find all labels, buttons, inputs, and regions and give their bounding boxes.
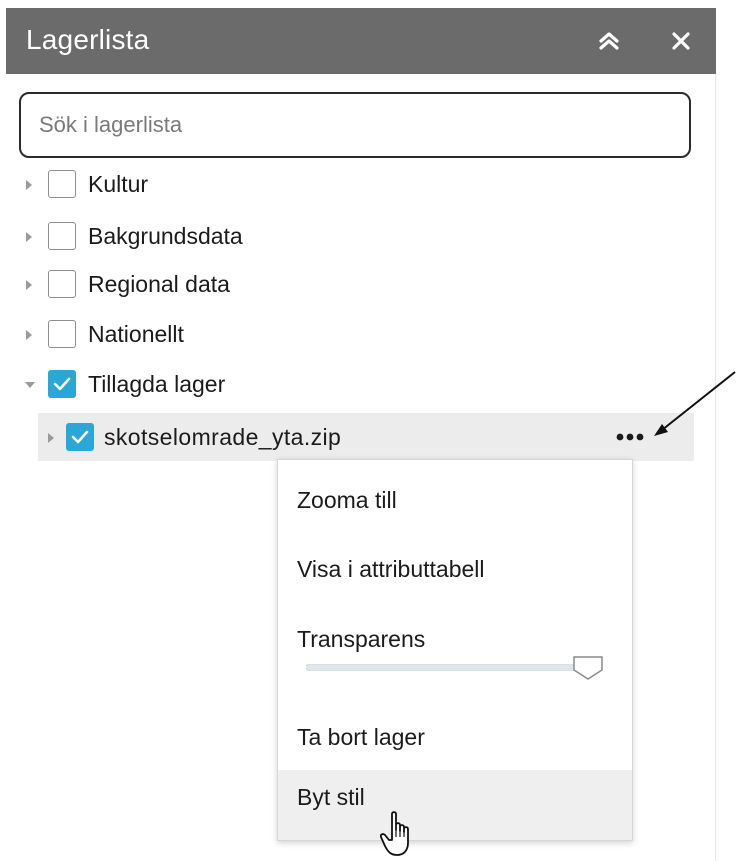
layer-checkbox[interactable] xyxy=(48,222,76,250)
layer-checkbox[interactable] xyxy=(48,320,76,348)
menu-item-zoom-to[interactable]: Zooma till xyxy=(278,478,632,522)
expand-arrow-icon[interactable] xyxy=(24,328,34,340)
layer-row-nationellt[interactable]: Nationellt xyxy=(0,312,716,356)
panel-header: Lagerlista xyxy=(6,8,716,74)
transparency-slider[interactable] xyxy=(306,656,611,680)
layer-label: Kultur xyxy=(88,171,149,197)
expand-arrow-icon[interactable] xyxy=(24,178,34,190)
layer-row-kultur[interactable]: Kultur xyxy=(0,162,716,206)
layer-row-bakgrundsdata[interactable]: Bakgrundsdata xyxy=(0,214,716,258)
layer-label: Nationellt xyxy=(88,321,184,347)
layer-label: Tillagda lager xyxy=(88,371,226,397)
expand-arrow-icon[interactable] xyxy=(46,431,56,443)
double-chevron-up-icon[interactable] xyxy=(596,28,622,54)
menu-item-attribute-table[interactable]: Visa i attributtabell xyxy=(278,547,632,591)
layer-checkbox-checked[interactable] xyxy=(48,370,76,398)
layer-checkbox-checked[interactable] xyxy=(66,423,94,451)
layer-label: skotselomrade_yta.zip xyxy=(104,424,342,450)
menu-item-change-style[interactable]: Byt stil xyxy=(278,770,632,840)
panel-title: Lagerlista xyxy=(26,24,150,55)
slider-thumb xyxy=(573,656,603,680)
layer-checkbox[interactable] xyxy=(48,270,76,298)
collapse-arrow-icon[interactable] xyxy=(24,378,35,390)
search-input[interactable] xyxy=(19,92,691,158)
menu-item-remove-layer[interactable]: Ta bort lager xyxy=(278,715,632,759)
layer-row-tillagda-lager[interactable]: Tillagda lager xyxy=(0,362,716,406)
annotation-arrow xyxy=(654,371,736,436)
transparency-label: Transparens xyxy=(297,626,426,652)
layer-row-regional-data[interactable]: Regional data xyxy=(0,262,716,306)
layer-label: Regional data xyxy=(88,271,230,297)
expand-arrow-icon[interactable] xyxy=(24,278,34,290)
layer-label: Bakgrundsdata xyxy=(88,223,243,249)
close-icon[interactable] xyxy=(668,28,694,54)
expand-arrow-icon[interactable] xyxy=(24,230,34,242)
sublayer-row-skotselomrade[interactable]: skotselomrade_yta.zip xyxy=(38,413,694,461)
layer-checkbox[interactable] xyxy=(48,170,76,198)
layer-context-menu: Zooma till Visa i attributtabell Transpa… xyxy=(277,459,633,841)
